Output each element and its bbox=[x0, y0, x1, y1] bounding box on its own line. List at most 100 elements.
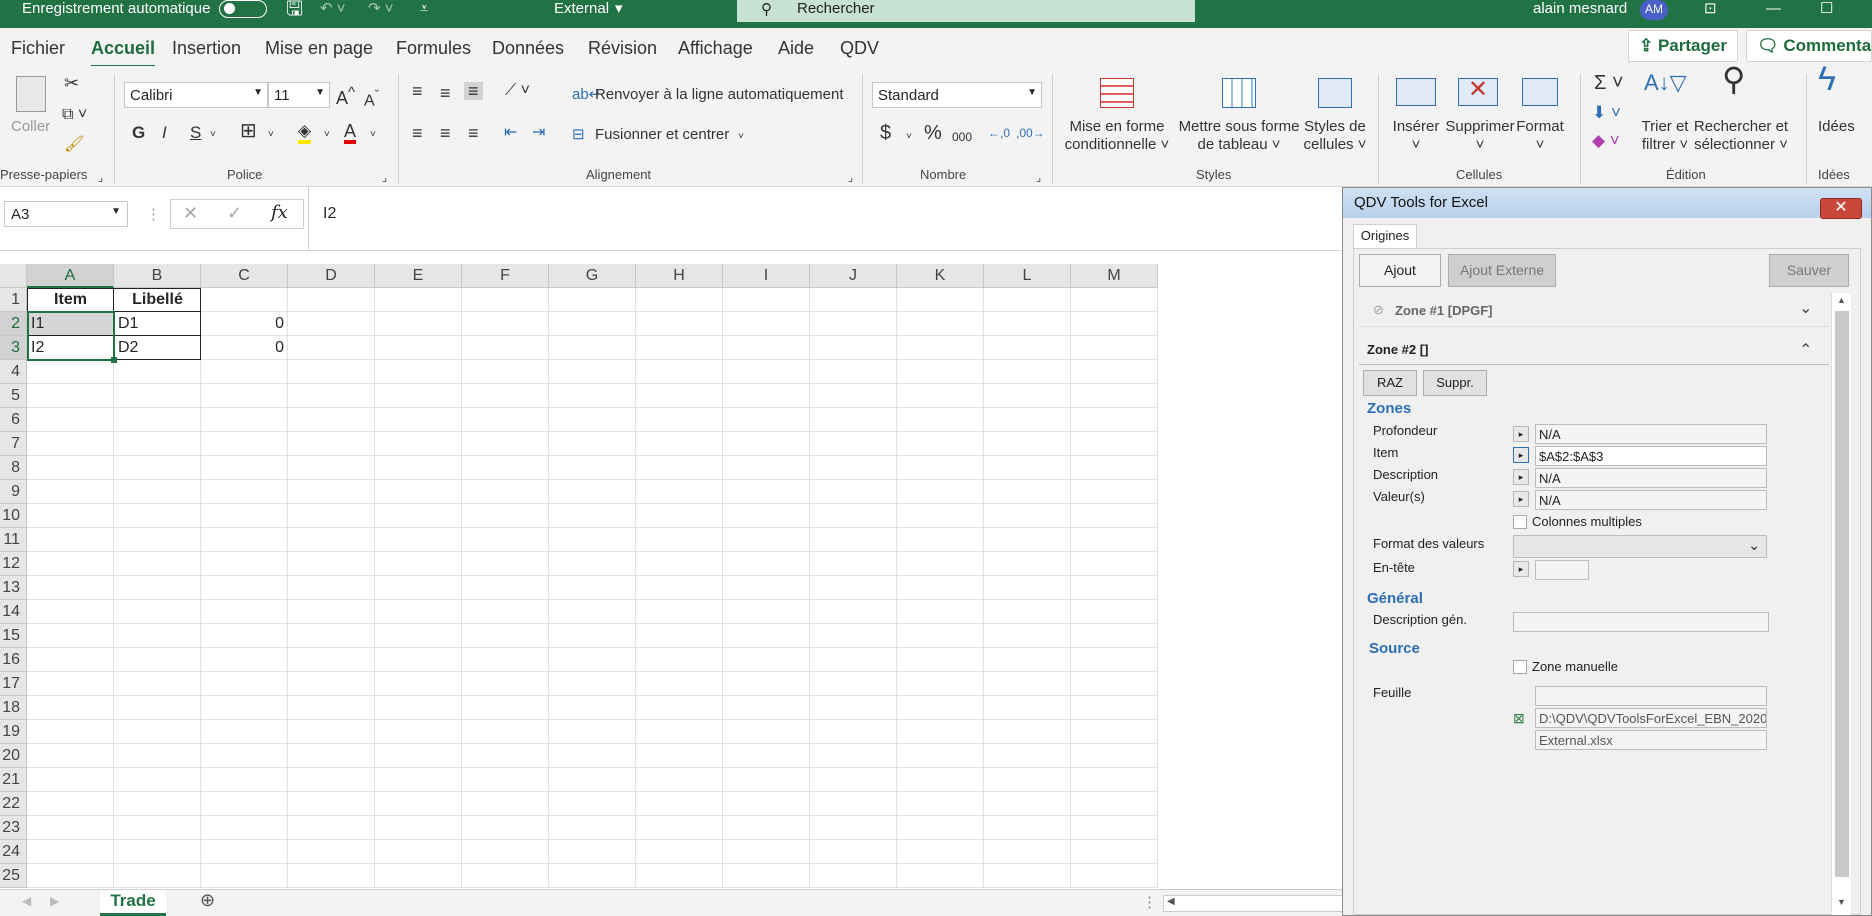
description-input[interactable]: N/A bbox=[1535, 468, 1767, 488]
general-description-input[interactable] bbox=[1513, 612, 1769, 632]
column-header-b[interactable]: B bbox=[114, 264, 201, 288]
multiple-columns-checkbox[interactable] bbox=[1513, 515, 1527, 529]
tab-origines[interactable]: Origines bbox=[1353, 224, 1417, 248]
conditional-format-icon[interactable] bbox=[1100, 78, 1134, 108]
bold-button[interactable]: G bbox=[132, 124, 145, 142]
row-header-2[interactable]: 2 bbox=[0, 312, 27, 336]
chevron-up-icon[interactable]: ⌃ bbox=[1799, 340, 1812, 360]
tab-fichier[interactable]: Fichier bbox=[11, 38, 65, 59]
header-input[interactable] bbox=[1535, 560, 1589, 580]
tab-mise-en-page[interactable]: Mise en page bbox=[265, 38, 373, 59]
row-header-4[interactable]: 4 bbox=[0, 360, 27, 384]
panel-scrollbar[interactable]: ▲ ▼ bbox=[1831, 293, 1851, 915]
manual-zone-checkbox[interactable] bbox=[1513, 660, 1527, 674]
align-bottom-icon[interactable]: ≡ bbox=[464, 82, 483, 100]
format-as-table-button[interactable]: Mettre sous forme de tableau ˅ bbox=[1174, 118, 1304, 154]
row-header-25[interactable]: 25 bbox=[0, 864, 27, 888]
ideas-button[interactable]: Idées bbox=[1818, 118, 1855, 136]
align-right-icon[interactable]: ≡ bbox=[468, 124, 479, 142]
dialog-launcher-icon[interactable]: ⌟ bbox=[98, 169, 103, 187]
scroll-down-icon[interactable]: ▼ bbox=[1837, 897, 1846, 907]
save-icon[interactable]: 🖫 bbox=[286, 0, 303, 19]
save-button[interactable]: Sauver bbox=[1769, 254, 1849, 287]
sheet-input[interactable] bbox=[1535, 686, 1767, 706]
check-icon[interactable]: ✓ bbox=[227, 203, 242, 224]
row-header-1[interactable]: 1 bbox=[0, 288, 27, 312]
find-select-button[interactable]: Rechercher et sélectionner ˅ bbox=[1686, 118, 1796, 154]
function-icon[interactable]: fx bbox=[271, 202, 288, 223]
dialog-launcher-icon[interactable]: ⌟ bbox=[382, 169, 387, 187]
format-cells-icon[interactable] bbox=[1522, 78, 1558, 106]
font-size-select[interactable]: 11 ▼ bbox=[268, 82, 330, 108]
copy-icon[interactable]: ⧉ ˅ bbox=[62, 106, 87, 124]
customize-qat-icon[interactable]: ⩡ bbox=[420, 0, 428, 18]
close-icon[interactable]: ✕ bbox=[1820, 198, 1862, 219]
align-center-icon[interactable]: ≡ bbox=[440, 124, 451, 142]
prev-sheet-icon[interactable]: ◀ bbox=[22, 894, 31, 908]
wrap-text-button[interactable]: Renvoyer à la ligne automatiquement bbox=[595, 86, 843, 104]
scroll-up-icon[interactable]: ▲ bbox=[1837, 295, 1846, 305]
column-header-j[interactable]: J bbox=[810, 264, 897, 288]
source-path-input[interactable]: D:\QDV\QDVToolsForExcel_EBN_2020 bbox=[1535, 708, 1767, 728]
row-header-18[interactable]: 18 bbox=[0, 696, 27, 720]
search-box[interactable]: ⚲ Rechercher bbox=[737, 0, 1195, 22]
row-header-7[interactable]: 7 bbox=[0, 432, 27, 456]
row-header-23[interactable]: 23 bbox=[0, 816, 27, 840]
tab-donnees[interactable]: Données bbox=[492, 38, 564, 59]
tab-revision[interactable]: Révision bbox=[588, 38, 657, 59]
column-header-l[interactable]: L bbox=[984, 264, 1071, 288]
row-header-3[interactable]: 3 bbox=[0, 336, 27, 360]
chevron-down-icon[interactable]: ˅ bbox=[370, 126, 376, 144]
chevron-down-icon[interactable]: ˅ bbox=[210, 126, 216, 144]
cell-a2[interactable]: I1 bbox=[27, 312, 114, 336]
row-header-9[interactable]: 9 bbox=[0, 480, 27, 504]
decrease-indent-icon[interactable]: ⇤ bbox=[504, 124, 517, 142]
delete-cells-button[interactable]: Supprimer ˅ bbox=[1440, 118, 1520, 154]
dialog-launcher-icon[interactable]: ⌟ bbox=[1036, 169, 1041, 187]
next-sheet-icon[interactable]: ▶ bbox=[50, 894, 59, 908]
chevron-down-icon[interactable]: ˅ bbox=[738, 128, 744, 146]
zone-1-header[interactable]: Zone #1 [DPGF] bbox=[1395, 303, 1493, 318]
increase-indent-icon[interactable]: ⇥ bbox=[532, 124, 545, 142]
spreadsheet-grid[interactable]: A B C D E F G H I J K L M 1 2 3 4 5 6 7 8 9 10 11 12 13 14 15 16 17 18… bbox=[0, 264, 1342, 889]
comments-button[interactable]: 🗨 Commentaires bbox=[1746, 30, 1872, 62]
thousands-button[interactable]: 000 bbox=[952, 128, 972, 146]
underline-button[interactable]: S bbox=[190, 124, 201, 142]
row-header-8[interactable]: 8 bbox=[0, 456, 27, 480]
undo-icon[interactable]: ↶ ˅ bbox=[320, 0, 346, 18]
cell-a1[interactable]: Item bbox=[27, 288, 114, 312]
row-header-21[interactable]: 21 bbox=[0, 768, 27, 792]
row-header-14[interactable]: 14 bbox=[0, 600, 27, 624]
cut-icon[interactable]: ✂ bbox=[64, 74, 79, 92]
tab-accueil[interactable]: Accueil bbox=[91, 38, 156, 68]
row-header-20[interactable]: 20 bbox=[0, 744, 27, 768]
column-header-g[interactable]: G bbox=[549, 264, 636, 288]
font-color-icon[interactable]: A bbox=[344, 122, 357, 144]
select-range-icon[interactable]: ▸ bbox=[1513, 491, 1529, 507]
cell-b1[interactable]: Libellé bbox=[114, 288, 201, 312]
align-left-icon[interactable]: ≡ bbox=[412, 124, 423, 142]
split-handle-icon[interactable]: ⋮ bbox=[1142, 893, 1157, 911]
paste-icon[interactable] bbox=[16, 76, 46, 112]
fill-icon[interactable]: ⬇ ˅ bbox=[1592, 104, 1621, 122]
cell-a3[interactable]: I2 bbox=[27, 336, 114, 360]
value-format-select[interactable]: ⌄ bbox=[1513, 535, 1767, 558]
cell-c3[interactable]: 0 bbox=[201, 336, 288, 360]
add-external-button[interactable]: Ajout Externe bbox=[1448, 254, 1556, 287]
sheet-tab-trade[interactable]: Trade bbox=[100, 890, 166, 916]
zone-2-header[interactable]: Zone #2 [] bbox=[1367, 342, 1428, 357]
align-middle-icon[interactable]: ≡ bbox=[440, 84, 451, 102]
avatar[interactable]: AM bbox=[1640, 0, 1668, 20]
conditional-format-button[interactable]: Mise en forme conditionnelle ˅ bbox=[1062, 118, 1172, 154]
depth-input[interactable]: N/A bbox=[1535, 424, 1767, 444]
percent-button[interactable]: % bbox=[924, 123, 942, 143]
row-header-22[interactable]: 22 bbox=[0, 792, 27, 816]
minimize-icon[interactable]: — bbox=[1766, 0, 1781, 18]
decrease-font-icon[interactable]: Aˇ bbox=[364, 86, 379, 110]
select-range-icon[interactable]: ▸ bbox=[1513, 469, 1529, 485]
autosave-toggle[interactable] bbox=[219, 0, 267, 18]
column-header-i[interactable]: I bbox=[723, 264, 810, 288]
merge-center-button[interactable]: Fusionner et centrer bbox=[595, 126, 729, 144]
column-header-k[interactable]: K bbox=[897, 264, 984, 288]
add-button[interactable]: Ajout bbox=[1359, 254, 1441, 287]
